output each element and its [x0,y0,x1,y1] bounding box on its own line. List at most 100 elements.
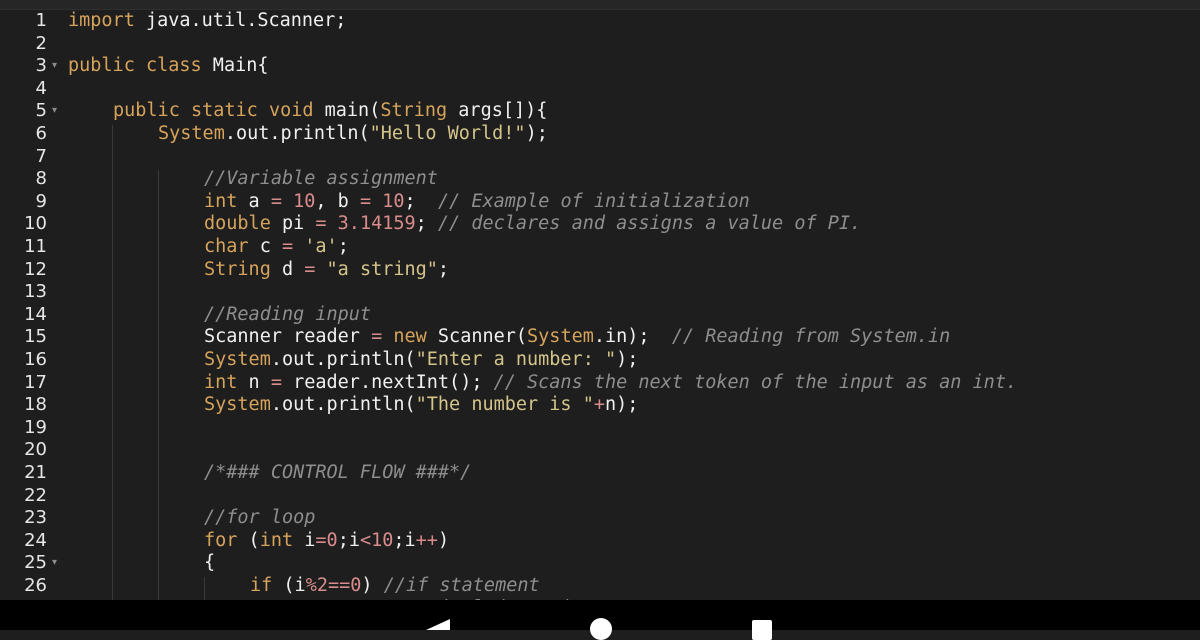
code-token: int [204,371,238,393]
code-token: //Reading input [204,303,372,325]
line-number: 20 [24,439,47,461]
code-line[interactable]: 3 ▾ public class Main{ [0,55,1200,78]
code-line[interactable]: 12 String d = "a string"; [0,259,1200,282]
line-number: 18 [24,394,47,416]
code-text: /*### CONTROL FLOW ###*/ [204,462,471,485]
code-token: 0 [326,529,338,551]
code-token: int [259,529,294,551]
code-token: ) [437,529,450,551]
code-token: reader.nextInt(); [281,371,494,393]
code-line[interactable]: 13 [0,281,1200,304]
indent-guide [204,577,205,600]
code-line[interactable]: 11 char c = 'a'; [0,236,1200,259]
code-token: 2 [316,575,328,596]
code-token: == [327,575,351,596]
code-token: .out.println( [224,123,370,144]
code-token: System [204,394,271,416]
code-line[interactable]: 16 System.out.println("Enter a number: ")… [0,349,1200,372]
code-token: // Reading from System.in [671,326,951,348]
line-number: 24 [24,529,47,551]
line-number: 25 [24,552,47,574]
code-line[interactable]: 5 ▾ public static void main(String args[])… [0,100,1200,123]
code-text: int a = 10, b = 10; // Example of initia… [204,191,750,214]
code-token: double [204,213,271,235]
code-token: ++ [415,529,438,551]
code-line[interactable]: 15 Scanner reader = new Scanner(System.in… [0,326,1200,349]
code-token: i [293,529,316,551]
line-number: 11 [24,236,47,257]
code-line[interactable]: 24 for (int i=0;i<10;i++) [0,530,1200,553]
code-token: ); [616,349,639,370]
code-line[interactable]: 17 int n = reader.nextInt(); // Scans the… [0,372,1200,395]
code-token: char [204,236,249,257]
code-line[interactable]: 1 import java.util.Scanner; [0,10,1200,33]
code-editor[interactable]: 1 import java.util.Scanner; 2 3 ▾ public clas… [0,10,1200,600]
code-text: import java.util.Scanner; [68,10,346,33]
code-line[interactable]: 19 [0,417,1200,440]
code-line[interactable]: 10 double pi = 3.14159; // declares and a… [0,213,1200,236]
code-token: System [527,326,594,348]
indent-guide [158,170,159,600]
code-token: a [237,190,271,212]
line-number: 15 [24,326,47,348]
window-top-bar [0,0,1200,10]
line-number: 1 [35,10,47,31]
line-number: 26 [24,575,47,596]
code-token: ;i [393,529,416,551]
code-text: int n = reader.nextInt(); // Scans the n… [204,372,1017,395]
code-text: double pi = 3.14159; // declares and ass… [204,213,861,236]
code-token: void [268,100,314,122]
home-circle-icon[interactable] [590,618,612,640]
code-line[interactable]: 20 [0,439,1200,462]
back-triangle-icon[interactable] [426,619,450,630]
line-number: 4 [35,77,47,99]
code-token: args[]){ [447,100,548,122]
code-text: Scanner reader = new Scanner(System.in);… [204,326,950,349]
line-number: 12 [24,258,47,280]
indent-guide [112,125,113,600]
code-line[interactable]: 14 //Reading input [0,304,1200,327]
code-token: .in); [593,326,672,348]
recent-square-icon[interactable] [752,620,772,640]
fold-arrow-icon[interactable]: ▾ [52,55,57,78]
line-number: 13 [24,281,47,303]
code-token: import [68,10,135,31]
code-text: public class Main{ [68,55,269,78]
fold-arrow-icon[interactable]: ▾ [52,552,57,575]
code-line[interactable]: 21 /*### CONTROL FLOW ###*/ [0,462,1200,485]
code-line[interactable]: 26 if (i%2==0) //if statement [0,575,1200,598]
code-line[interactable]: 6 System.out.println("Hello World!"); [0,123,1200,146]
line-number: 6 [35,123,47,144]
fold-arrow-icon[interactable]: ▾ [52,100,57,123]
code-token: System [204,349,271,370]
line-number: 14 [24,303,47,325]
code-token: + [593,394,605,416]
code-line[interactable]: 22 [0,485,1200,508]
code-token: 3.14159 [337,213,416,235]
line-number: 21 [24,462,47,483]
code-line[interactable]: 7 [0,146,1200,169]
code-line[interactable]: 8 //Variable assignment [0,168,1200,191]
line-number: 7 [35,145,47,167]
code-line[interactable]: 2 [0,33,1200,56]
code-line[interactable]: 4 [0,78,1200,101]
line-number: 23 [24,507,47,529]
code-line[interactable]: 23 //for loop [0,507,1200,530]
code-token: 10 [382,190,405,212]
code-token: { [204,552,216,574]
code-token: < [359,529,372,551]
code-token: "a string" [326,258,438,280]
code-text: System.out.println("Hello World!"); [158,123,548,146]
code-line[interactable]: 25 ▾ { [0,552,1200,575]
line-number: 8 [35,168,47,190]
code-token: // Scans the next token of the input as … [493,371,1018,393]
code-line[interactable]: 9 int a = 10, b = 10; // Example of initi… [0,191,1200,214]
code-token: "Hello World!" [369,123,526,144]
code-token: , b [315,190,360,212]
code-token: = [359,190,372,212]
code-token: 'a' [304,236,338,257]
code-line[interactable]: 18 System.out.println("The number is "+n)… [0,394,1200,417]
code-token: java.util.Scanner; [134,10,347,31]
